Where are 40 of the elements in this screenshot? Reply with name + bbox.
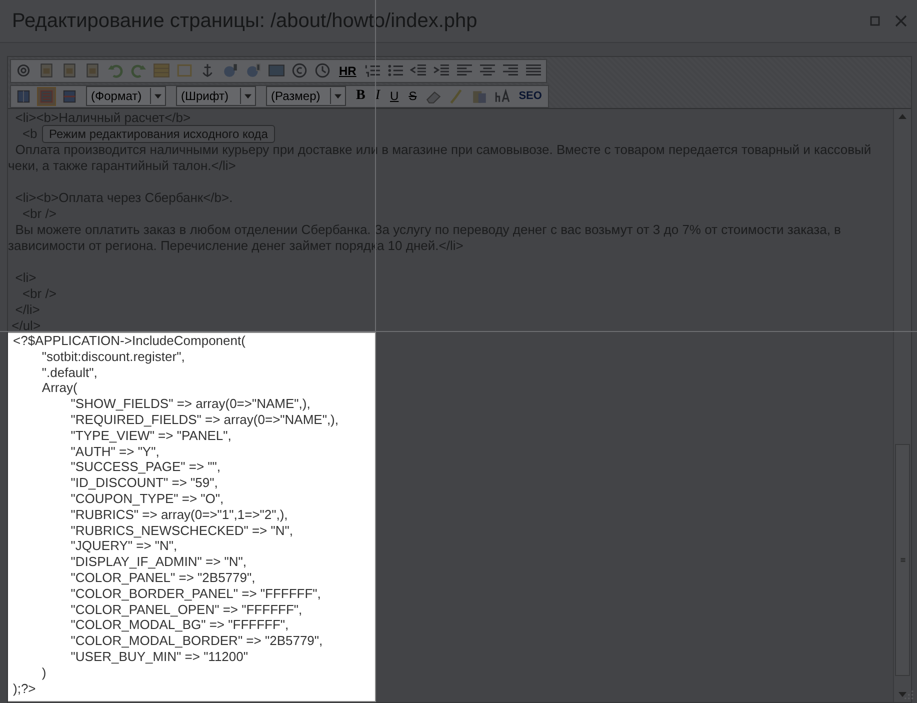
code-line: "COUPON_TYPE" => "O", xyxy=(70,490,225,507)
code-line: "REQUIRED_FIELDS" => array(0=>"NAME",), xyxy=(70,412,340,428)
code-line: "COLOR_PANEL_OPEN" => "FFFFFF", xyxy=(70,602,304,618)
bold-button[interactable]: B xyxy=(353,86,368,106)
strikethrough-button[interactable]: S xyxy=(406,86,420,106)
code-line: "SUCCESS_PAGE" => "", xyxy=(70,459,222,476)
table-icon[interactable] xyxy=(152,61,171,80)
code-line: "sotbit:discount.register", xyxy=(40,348,186,365)
code-line: );?> xyxy=(13,680,37,696)
dropdown[interactable]: (Формат) xyxy=(86,86,166,106)
clock-icon[interactable] xyxy=(313,61,332,80)
source-view-icon[interactable] xyxy=(37,86,56,106)
horizontal-rule-button[interactable]: HR xyxy=(336,61,360,80)
code-line: "SHOW_FIELDS" => array(0=>"NAME",), xyxy=(70,396,312,412)
code-line: "COLOR_BORDER_PANEL" => "FFFFFF", xyxy=(70,586,322,602)
code-line: "AUTH" => "Y", xyxy=(70,444,160,460)
code-line: ) xyxy=(40,664,48,681)
underline-button[interactable]: U xyxy=(387,86,402,106)
code-line: ".default", xyxy=(40,364,98,380)
scrollbar[interactable] xyxy=(893,109,911,702)
dropdown[interactable]: (Шрифт) xyxy=(176,86,256,106)
italic-button[interactable]: I xyxy=(372,86,384,106)
code-line: "COLOR_PANEL" => "2B5779", xyxy=(70,570,256,586)
code-line: "RUBRICS_NEWSCHECKED" => "N", xyxy=(70,522,294,538)
code-line: "DISPLAY_IF_ADMIN" => "N", xyxy=(70,554,248,570)
code-line: "COLOR_MODAL_BORDER" => "2B5779", xyxy=(70,633,324,649)
code-line: "ID_DISCOUNT" => "59", xyxy=(70,475,219,491)
seo-button[interactable]: SEO xyxy=(516,86,545,106)
code-line: "COLOR_MODAL_BG" => "FFFFFF", xyxy=(70,617,290,634)
code-line: "RUBRICS" => array(0=>"1",1=>"2",), xyxy=(70,506,289,523)
code-line: "USER_BUY_MIN" => "11200" xyxy=(70,648,249,665)
code-line: "JQUERY" => "N", xyxy=(70,538,178,554)
scrollbar-thumb[interactable] xyxy=(895,444,910,676)
close-icon[interactable] xyxy=(893,13,909,29)
dropdown[interactable]: (Размер) xyxy=(266,86,346,106)
code-line: <?$APPLICATION->IncludeComponent( xyxy=(13,333,246,349)
code-line: "TYPE_VIEW" => "PANEL", xyxy=(70,428,232,444)
tooltip: Режим редактирования исходного кода xyxy=(42,125,275,143)
code-line: Array( xyxy=(40,380,78,396)
copyright-icon[interactable] xyxy=(290,61,309,80)
